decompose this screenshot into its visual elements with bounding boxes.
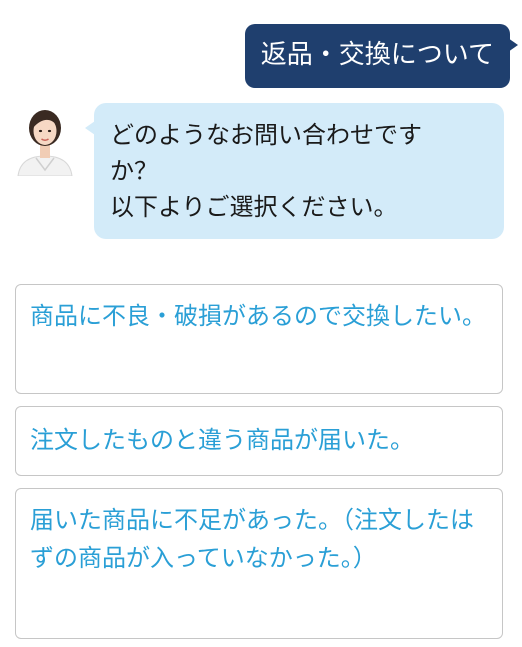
bot-message-line: 以下よりご選択ください。 bbox=[110, 193, 398, 221]
option-defective-exchange[interactable]: 商品に不良・破損があるので交換したい。 bbox=[15, 284, 503, 394]
avatar-image bbox=[17, 110, 73, 177]
chat-window: 返品・交換について どのようなお問い合わせです か？ 以下よりご選択ください。 … bbox=[0, 0, 522, 647]
option-wrong-item[interactable]: 注文したものと違う商品が届いた。 bbox=[15, 406, 503, 476]
option-missing-item[interactable]: 届いた商品に不足があった。（注文したはずの商品が入っていなかった。） bbox=[15, 488, 503, 639]
bot-message-line: どのようなお問い合わせです bbox=[110, 121, 422, 149]
operator-avatar bbox=[14, 104, 76, 177]
bot-message-line: か？ bbox=[110, 157, 158, 185]
user-message-row: 返品・交換について bbox=[244, 24, 519, 88]
bot-message-bubble: どのようなお問い合わせです か？ 以下よりご選択ください。 bbox=[85, 103, 504, 239]
user-message-bubble: 返品・交換について bbox=[244, 24, 519, 88]
